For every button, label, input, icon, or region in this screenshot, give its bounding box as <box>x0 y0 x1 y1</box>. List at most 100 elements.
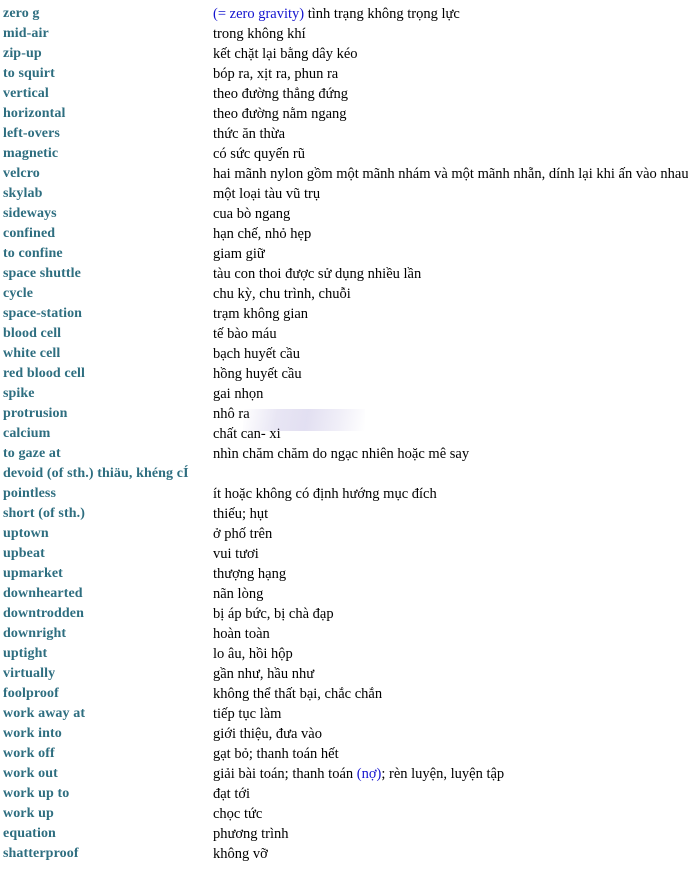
entry-term: work out <box>3 766 58 781</box>
glossary-entry-row: work into giới thiệu, đưa vào <box>0 724 688 744</box>
glossary-entry-row: horizontal theo đường nằm ngang <box>0 104 688 124</box>
glossary-entry-row: velcro hai mãnh nylon gồm một mãnh nhám v… <box>0 164 688 184</box>
definition-text: chọc tức <box>213 806 263 822</box>
entry-definition: theo đường nằm ngang <box>213 104 347 124</box>
entry-term: left-overs <box>3 126 60 141</box>
entry-definition: cua bò ngang <box>213 204 290 224</box>
entry-definition: tiếp tục làm <box>213 704 281 724</box>
definition-text: tàu con thoi được sử dụng nhiều lần <box>213 266 422 282</box>
definition-text: bóp ra, xịt ra, phun ra <box>213 66 339 82</box>
glossary-entry-row: uptown ở phố trên <box>0 524 688 544</box>
definition-text: gần như, hầu như <box>213 666 315 682</box>
definition-text: tế bào máu <box>213 326 277 342</box>
definition-alt-form: (nợ) <box>356 766 382 782</box>
entry-definition: đạt tới <box>213 784 250 804</box>
entry-definition: chọc tức <box>213 804 262 824</box>
definition-text: giới thiệu, đưa vào <box>213 726 322 742</box>
entry-term: uptown <box>3 526 49 541</box>
entry-term: work off <box>3 746 55 761</box>
definition-text: gai nhọn <box>213 386 264 402</box>
entry-term: upmarket <box>3 566 63 581</box>
definition-alt-form: (= zero gravity) <box>213 6 305 22</box>
glossary-entry-row: upbeat vui tươi <box>0 544 688 564</box>
definition-text: thức ăn thừa <box>213 126 286 142</box>
entry-term: skylab <box>3 186 43 201</box>
entry-definition: hoàn toàn <box>213 624 270 644</box>
entry-definition: giới thiệu, đưa vào <box>213 724 322 744</box>
glossary-entry-row: work up to đạt tới <box>0 784 688 804</box>
definition-text: lo âu, hồi hộp <box>213 646 293 662</box>
glossary-entry-row: equation phương trình <box>0 824 688 844</box>
definition-text: thiếu; hụt <box>213 506 269 522</box>
entry-definition: một loại tàu vũ trụ <box>213 184 320 204</box>
entry-definition: gần như, hầu như <box>213 664 314 684</box>
entry-definition: hai mãnh nylon gồm một mãnh nhám và một … <box>213 164 688 184</box>
definition-text: gạt bỏ; thanh toán hết <box>213 746 339 762</box>
glossary-entry-row: foolproof không thể thất bại, chắc chắn <box>0 684 688 704</box>
entry-term: red blood cell <box>3 366 86 381</box>
entry-term: work up to <box>3 786 70 801</box>
glossary-entry-row: blood cell tế bào máu <box>0 324 688 344</box>
glossary-entry-row: downtrodden bị áp bức, bị chà đạp <box>0 604 688 624</box>
glossary-entry-row: work out giải bài toán; thanh toán (nợ); … <box>0 764 688 784</box>
glossary-entry-row: zip-up kết chặt lại bằng dây kéo <box>0 44 688 64</box>
definition-text: giam giữ <box>213 246 265 262</box>
definition-text: có sức quyến rũ <box>213 146 306 162</box>
definition-text: hồng huyết cầu <box>213 366 302 382</box>
entry-term: to gaze at <box>3 446 61 461</box>
entry-term: work into <box>3 726 62 741</box>
entry-definition: phương trình <box>213 824 289 844</box>
entry-definition: chất can- xi <box>213 424 281 444</box>
definition-text-tail: ; rèn luyện, luyện tập <box>381 766 505 782</box>
entry-definition: ở phố trên <box>213 524 272 544</box>
glossary-entry-row: work off gạt bỏ; thanh toán hết <box>0 744 688 764</box>
entry-definition: trong không khí <box>213 24 306 44</box>
entry-definition: gai nhọn <box>213 384 263 404</box>
glossary-entry-row: space-station trạm không gian <box>0 304 688 324</box>
entry-term: pointless <box>3 486 57 501</box>
entry-term: virtually <box>3 666 56 681</box>
glossary-entry-row: upmarket thượng hạng <box>0 564 688 584</box>
glossary-entry-row: shatterproof không vỡ <box>0 844 688 864</box>
glossary-entry-row: calcium chất can- xi <box>0 424 688 444</box>
entry-term: work away at <box>3 706 86 721</box>
entry-term: blood cell <box>3 326 62 341</box>
definition-text: trong không khí <box>213 26 306 42</box>
glossary-entry-row: protrusion nhô ra <box>0 404 688 424</box>
entry-term: to squirt <box>3 66 55 81</box>
glossary-entry-row: vertical theo đường thẳng đứng <box>0 84 688 104</box>
definition-text: hạn chế, nhỏ hẹp <box>213 226 312 242</box>
glossary-entry-row: short (of sth.) thiếu; hụt <box>0 504 688 524</box>
entry-term: uptight <box>3 646 48 661</box>
definition-text: không thể thất bại, chắc chắn <box>213 686 383 702</box>
entry-definition: chu kỳ, chu trình, chuỗi <box>213 284 351 304</box>
entry-definition: tế bào máu <box>213 324 277 344</box>
definition-text: cua bò ngang <box>213 206 291 222</box>
entry-definition: nhìn chăm chăm do ngạc nhiên hoặc mê say <box>213 444 469 464</box>
glossary-entry-row: white cell bạch huyết cầu <box>0 344 688 364</box>
definition-text: vui tươi <box>213 546 259 562</box>
definition-text: bị áp bức, bị chà đạp <box>213 606 334 622</box>
glossary-entry-row: mid-air trong không khí <box>0 24 688 44</box>
entry-definition: bóp ra, xịt ra, phun ra <box>213 64 338 84</box>
glossary-list: zero g (= zero gravity) tình trạng không … <box>0 0 688 864</box>
entry-definition: kết chặt lại bằng dây kéo <box>213 44 358 64</box>
definition-text: trạm không gian <box>213 306 309 322</box>
glossary-entry-row: downhearted nãn lòng <box>0 584 688 604</box>
glossary-entry-row: cycle chu kỳ, chu trình, chuỗi <box>0 284 688 304</box>
definition-text: chu kỳ, chu trình, chuỗi <box>213 286 351 302</box>
entry-term: white cell <box>3 346 61 361</box>
entry-term: space shuttle <box>3 266 81 281</box>
glossary-entry-row: work up chọc tức <box>0 804 688 824</box>
glossary-entry-row: pointless ít hoặc không có định hướng mục… <box>0 484 688 504</box>
entry-definition: nãn lòng <box>213 584 263 604</box>
definition-text: bạch huyết cầu <box>213 346 300 362</box>
entry-definition: (= zero gravity) tình trạng không trọng … <box>213 4 460 24</box>
glossary-entry-row: magnetic có sức quyến rũ <box>0 144 688 164</box>
glossary-entry-row: skylab một loại tàu vũ trụ <box>0 184 688 204</box>
entry-definition: hồng huyết cầu <box>213 364 302 384</box>
entry-term: downhearted <box>3 586 83 601</box>
glossary-entry-row: downright hoàn toàn <box>0 624 688 644</box>
entry-definition: ít hoặc không có định hướng mục đích <box>213 484 437 504</box>
entry-term: shatterproof <box>3 846 79 861</box>
